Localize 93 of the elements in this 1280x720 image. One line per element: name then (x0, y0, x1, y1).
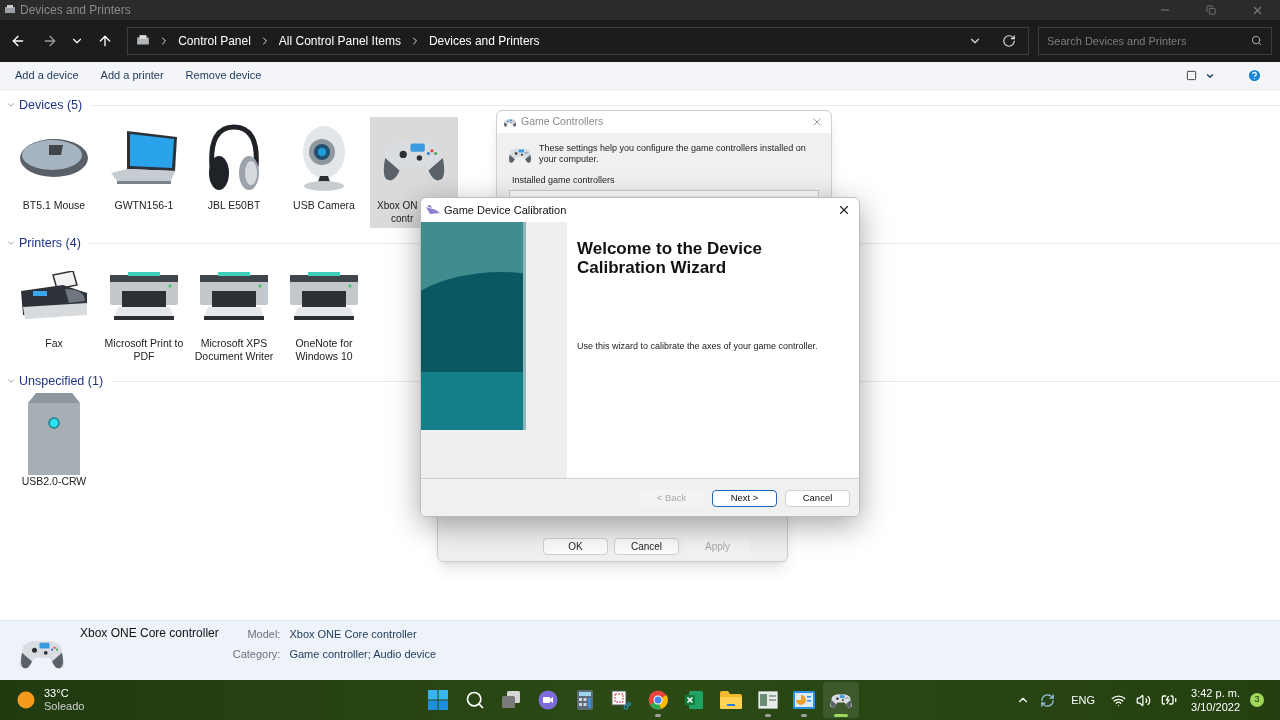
list-label: Installed game controllers (512, 174, 616, 187)
spreadsheet-icon (684, 690, 705, 710)
device-label: USB Camera (293, 199, 355, 212)
laptop-icon (109, 129, 179, 187)
device-label: GWTN156-1 (114, 199, 174, 212)
dialog-description: These settings help you configure the game controllers installed on your computer. (539, 143, 807, 165)
wifi-icon[interactable] (1111, 692, 1127, 708)
device-label: PDF (133, 350, 155, 363)
view-icon[interactable] (1186, 70, 1197, 81)
clock[interactable]: 3:42 p. m. 3/10/2022 (1191, 686, 1240, 714)
detail-value: Xbox ONE Core controller (289, 627, 418, 642)
group-header[interactable]: Unspecified (1) (19, 371, 104, 391)
device-item[interactable]: Microsoft Print to PDF (100, 255, 188, 366)
group-header[interactable]: Devices (5) (19, 95, 83, 115)
drive-icon (28, 393, 80, 475)
breadcrumb-item[interactable]: Devices and Printers (428, 32, 540, 50)
temperature: 33°C (44, 687, 70, 700)
snipping-tool-icon (611, 690, 632, 710)
device-label: Microsoft XPS (200, 337, 268, 350)
search-icon (464, 690, 485, 710)
date: 3/10/2022 (1191, 700, 1240, 714)
close-icon[interactable] (837, 203, 851, 217)
taskbar-app-button[interactable] (822, 682, 860, 718)
device-label: JBL E50BT (207, 199, 261, 212)
time: 3:42 p. m. (1191, 686, 1240, 700)
device-name: Xbox ONE Core controller (80, 625, 219, 642)
device-label: BT5.1 Mouse (22, 199, 86, 212)
printer-icon (108, 271, 180, 321)
refresh-icon[interactable] (1002, 34, 1016, 48)
notification-badge[interactable]: 3 (1250, 693, 1264, 707)
device-item[interactable]: GWTN156-1 (100, 117, 188, 228)
breadcrumb-item[interactable]: Control Panel (178, 32, 251, 50)
dialog-button[interactable]: OK (543, 538, 608, 555)
device-item[interactable]: USB2.0-CRW (10, 393, 98, 504)
command-button[interactable]: Add a device (15, 67, 79, 84)
device-item[interactable]: Fax (10, 255, 98, 366)
device-item[interactable]: Microsoft XPS Document Writer (190, 255, 278, 366)
device-label: contr (391, 212, 414, 225)
group-header[interactable]: Printers (4) (19, 233, 81, 253)
devices-icon (4, 4, 16, 16)
device-label: Xbox ON (377, 199, 418, 212)
window-title: Devices and Printers (20, 2, 131, 19)
wizard-description: Use this wizard to calibrate the axes of your game controller. (577, 340, 819, 353)
wizard-button[interactable]: Next > (712, 490, 777, 507)
start-icon (428, 690, 449, 710)
task-view-icon (501, 690, 522, 710)
language-indicator[interactable]: ENG (1071, 691, 1096, 709)
fax-icon (19, 271, 89, 321)
sync-icon[interactable] (1040, 692, 1056, 708)
device-item[interactable]: JBL E50BT (190, 117, 278, 228)
printer-icon (198, 271, 270, 321)
device-label: Fax (45, 337, 63, 350)
gamepad-icon (828, 691, 853, 709)
help-icon[interactable] (1247, 68, 1262, 83)
command-button[interactable]: Remove device (185, 67, 262, 84)
address-bar[interactable]: Control Panel All Control Panel Items Devices and Printers (127, 27, 1029, 55)
device-label: USB2.0-CRW (21, 475, 87, 488)
search-icon (1251, 35, 1262, 46)
search-field[interactable]: Search Devices and Printers (1038, 27, 1272, 55)
wizard-button[interactable]: Cancel (785, 490, 850, 507)
device-item[interactable]: BT5.1 Mouse (10, 117, 98, 228)
breadcrumb-item[interactable]: All Control Panel Items (278, 32, 401, 50)
command-button[interactable]: Add a printer (100, 67, 164, 84)
devices-icon (136, 34, 151, 48)
webcam-icon (300, 124, 348, 192)
device-item[interactable]: OneNote for Windows 10 (280, 255, 368, 366)
battery-icon[interactable] (1161, 692, 1178, 708)
dialog-button[interactable]: Cancel (614, 538, 679, 555)
device-label: Microsoft Print to (104, 337, 184, 350)
headphones-icon (207, 123, 261, 193)
sun-icon (17, 691, 35, 709)
gamepad-icon (503, 116, 517, 128)
video-chat-icon (538, 690, 559, 710)
weather-condition: Soleado (44, 700, 85, 713)
printer-icon (288, 271, 360, 321)
chart-app-icon (793, 691, 816, 709)
device-item[interactable]: USB Camera (280, 117, 368, 228)
calibration-icon (426, 205, 440, 215)
volume-icon[interactable] (1136, 692, 1152, 708)
detail-value: Game controller; Audio device (289, 646, 437, 662)
browser-icon (647, 690, 668, 710)
wizard-heading: Welcome to the Device Calibration Wizard (577, 239, 763, 277)
device-label: Document Writer (194, 350, 274, 363)
detail-label: Model: (246, 627, 281, 642)
mouse-icon (19, 137, 89, 179)
calculator-icon (576, 690, 593, 710)
device-label: Windows 10 (295, 350, 353, 363)
folder-icon (720, 691, 743, 709)
restore-icon (1206, 5, 1216, 15)
device-label: OneNote for (295, 337, 353, 350)
app-window-icon (757, 691, 778, 709)
dialog-title: Game Controllers (521, 114, 604, 130)
detail-label: Category: (232, 646, 281, 662)
